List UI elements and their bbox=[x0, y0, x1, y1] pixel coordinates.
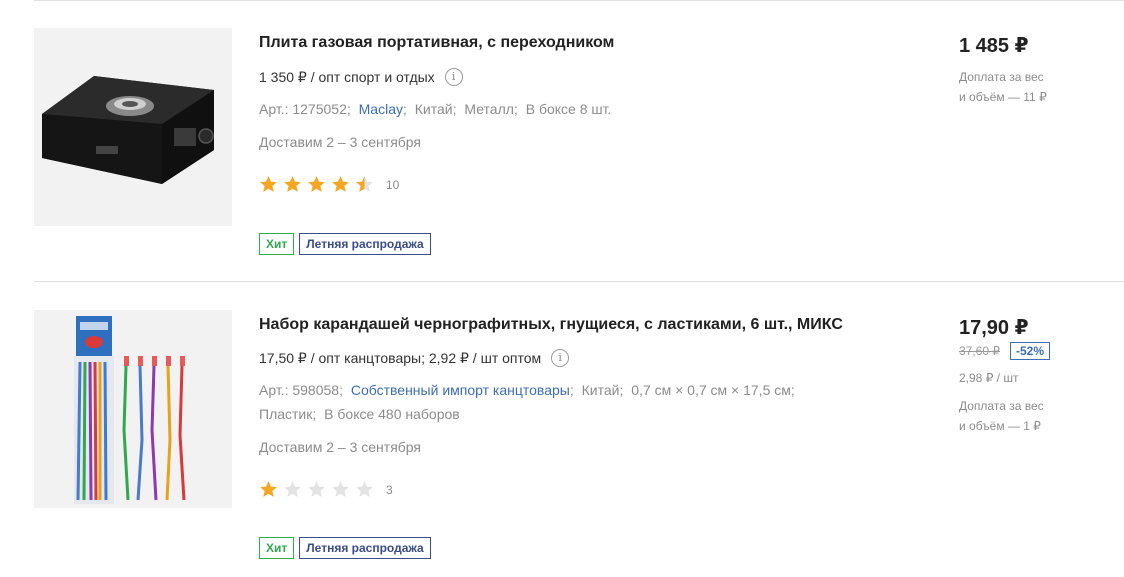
product-image[interactable] bbox=[34, 28, 232, 226]
delivery-date: Доставим 2 – 3 сентября bbox=[259, 439, 422, 455]
rating-count[interactable]: 3 bbox=[386, 483, 393, 497]
product-card: Набор карандашей чернографитных, гнущиес… bbox=[0, 282, 1124, 577]
brand-link[interactable]: Собственный импорт канцтовары bbox=[351, 382, 570, 398]
material: Пластик; bbox=[259, 406, 317, 422]
rating[interactable]: 10 bbox=[259, 175, 399, 194]
extra-charge-line-1: Доплата за вес bbox=[959, 70, 1044, 84]
star-empty-icon bbox=[284, 481, 301, 497]
star-filled-icon bbox=[308, 176, 325, 192]
info-icon[interactable]: i bbox=[551, 349, 570, 367]
star-half-icon bbox=[356, 176, 373, 192]
article-number: Арт.: 1275052; bbox=[259, 101, 351, 117]
unit-price: 2,98 ₽ / шт bbox=[959, 371, 1019, 385]
extra-charge-line-1: Доплата за вес bbox=[959, 399, 1044, 413]
packing: В боксе 480 наборов bbox=[324, 406, 460, 422]
star-filled-icon bbox=[260, 481, 277, 497]
wholesale-price: 17,50 ₽ / опт канцтовары; 2,92 ₽ / шт оп… bbox=[259, 349, 570, 367]
rating-stars bbox=[259, 480, 379, 499]
summer-sale-badge[interactable]: Летняя распродажа bbox=[299, 233, 431, 255]
rating-count[interactable]: 10 bbox=[386, 178, 399, 192]
star-empty-icon bbox=[308, 481, 325, 497]
price: 17,90 ₽ bbox=[959, 317, 1029, 339]
wholesale-price: 1 350 ₽ / опт спорт и отдых i bbox=[259, 68, 463, 86]
country: Китай; bbox=[414, 101, 457, 117]
material: Металл; bbox=[464, 101, 518, 117]
size: 0,7 см × 0,7 см × 17,5 см; bbox=[631, 382, 795, 398]
hit-badge: Хит bbox=[259, 537, 295, 559]
product-card: Плита газовая портативная, с переходнико… bbox=[0, 0, 1124, 281]
badges: Хит Летняя распродажа bbox=[259, 233, 436, 255]
price: 1 485 ₽ bbox=[959, 35, 1029, 57]
star-filled-icon bbox=[332, 176, 349, 192]
extra-charge: Доплата за вес и объём — 11 ₽ bbox=[959, 67, 1079, 107]
star-filled-icon bbox=[260, 176, 277, 192]
rating-stars bbox=[259, 175, 379, 194]
star-empty-icon bbox=[332, 481, 349, 497]
extra-charge-line-2: и объём — 11 ₽ bbox=[959, 90, 1047, 104]
country: Китай; bbox=[581, 382, 624, 398]
product-image[interactable] bbox=[34, 310, 232, 508]
brand-separator: ; bbox=[569, 382, 574, 398]
extra-charge: Доплата за вес и объём — 1 ₽ bbox=[959, 396, 1079, 436]
brand-link[interactable]: Maclay bbox=[359, 101, 403, 117]
badges: Хит Летняя распродажа bbox=[259, 537, 436, 559]
product-meta: Арт.: 598058; Собственный импорт канцтов… bbox=[259, 378, 829, 426]
pencils-image bbox=[34, 310, 232, 508]
wholesale-price-text: 1 350 ₽ / опт спорт и отдых bbox=[259, 68, 435, 85]
product-title[interactable]: Плита газовая портативная, с переходнико… bbox=[259, 34, 614, 52]
wholesale-price-text: 17,50 ₽ / опт канцтовары; 2,92 ₽ / шт оп… bbox=[259, 349, 542, 366]
delivery-date: Доставим 2 – 3 сентября bbox=[259, 134, 422, 150]
info-icon[interactable]: i bbox=[444, 68, 463, 86]
star-empty-icon bbox=[356, 481, 373, 497]
gas-stove-image bbox=[34, 28, 232, 226]
article-number: Арт.: 598058; bbox=[259, 382, 343, 398]
rating[interactable]: 3 bbox=[259, 480, 393, 499]
old-price-row: 37,60 ₽ -52% bbox=[959, 342, 1051, 360]
packing: В боксе 8 шт. bbox=[525, 101, 612, 117]
brand-separator: ; bbox=[403, 101, 407, 117]
discount-badge: -52% bbox=[1010, 342, 1051, 360]
summer-sale-badge[interactable]: Летняя распродажа bbox=[299, 537, 431, 559]
product-title[interactable]: Набор карандашей чернографитных, гнущиес… bbox=[259, 316, 843, 334]
old-price: 37,60 ₽ bbox=[959, 344, 1000, 358]
star-filled-icon bbox=[284, 176, 301, 192]
hit-badge: Хит bbox=[259, 233, 295, 255]
extra-charge-line-2: и объём — 1 ₽ bbox=[959, 419, 1041, 433]
product-meta: Арт.: 1275052; Maclay; Китай; Металл; В … bbox=[259, 97, 829, 121]
